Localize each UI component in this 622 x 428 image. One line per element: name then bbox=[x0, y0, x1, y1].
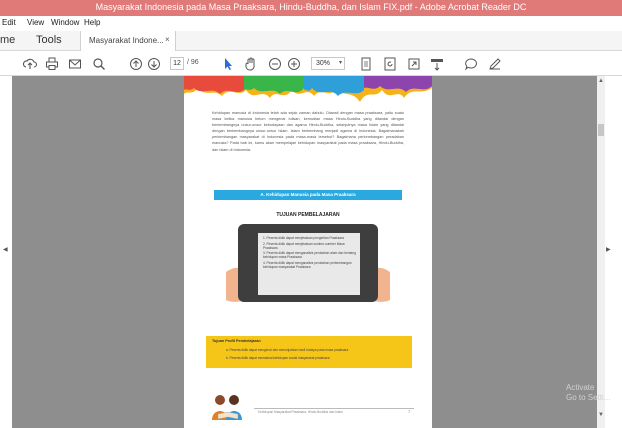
expand-left-panel-icon[interactable]: ◀ bbox=[3, 246, 8, 253]
email-icon[interactable] bbox=[67, 56, 83, 72]
fit-page-icon[interactable] bbox=[358, 56, 374, 72]
reading-kids-illustration bbox=[212, 395, 242, 420]
tab-home[interactable]: me bbox=[0, 34, 15, 46]
learning-goal-item: 3. Peserta didik dapat menganalisis peru… bbox=[263, 251, 356, 260]
learning-goal-item: 4. Peserta didik dapat menganalisis peru… bbox=[263, 260, 352, 270]
zoom-select[interactable]: 30% ▾ bbox=[311, 57, 345, 70]
page-total: / 96 bbox=[187, 59, 199, 66]
left-panel-strip: ◀ bbox=[0, 76, 12, 428]
close-tab-icon[interactable]: × bbox=[165, 35, 170, 44]
window-title: Masyarakat Indonesia pada Masa Praaksara… bbox=[95, 2, 527, 12]
tablet-device: 1. Peserta didik dapat menjelaskan penge… bbox=[238, 224, 378, 302]
profile-goal-item: a. Peserta didik dapat mengenal dan menu… bbox=[226, 348, 349, 352]
tab-tools[interactable]: Tools bbox=[36, 34, 62, 46]
learning-goal-item: 1. Peserta didik dapat menjelaskan penge… bbox=[263, 236, 344, 240]
tab-row: me Tools Masyarakat Indone... × bbox=[0, 31, 622, 51]
watermark-line: Go to Setti... bbox=[566, 393, 611, 402]
page-up-icon[interactable] bbox=[128, 56, 144, 72]
toolbar: 12 / 96 30% ▾ bbox=[0, 52, 622, 76]
activation-watermark: Activate Go to Setti... bbox=[566, 383, 610, 403]
zoom-out-icon[interactable] bbox=[267, 56, 283, 72]
title-bar: Masyarakat Indonesia pada Masa Praaksara… bbox=[0, 0, 622, 16]
section-heading: A. Kehidupan Manusia pada Masa Praaksara bbox=[260, 192, 356, 197]
profile-goal-item: b. Peserta didik dapat memaknai kehidupa… bbox=[226, 356, 330, 360]
page-number: 7 bbox=[408, 409, 411, 414]
tab-document[interactable]: Masyarakat Indone... × bbox=[80, 31, 176, 51]
chevron-down-icon: ▾ bbox=[338, 60, 342, 66]
zoom-value: 30% bbox=[316, 60, 331, 67]
select-cursor-icon[interactable] bbox=[220, 56, 236, 72]
rotate-icon[interactable] bbox=[382, 56, 398, 72]
menu-window[interactable]: Window bbox=[51, 18, 79, 27]
pdf-page: Kehidupan manusia di Indonesia telah ada… bbox=[184, 76, 432, 428]
page-footer-text: Kehidupan Masyarakat Praaksara, Hindu-Bu… bbox=[258, 410, 343, 414]
page-down-icon[interactable] bbox=[146, 56, 162, 72]
learning-goals-title: TUJUAN PEMBELAJARAN bbox=[276, 212, 340, 218]
pen-icon[interactable] bbox=[487, 56, 503, 72]
menu-edit[interactable]: Edit bbox=[2, 18, 16, 27]
expand-right-panel-icon[interactable]: ▶ bbox=[606, 246, 611, 253]
menu-bar: Edit View Window Help bbox=[0, 16, 622, 31]
page-number-input[interactable]: 12 bbox=[170, 57, 184, 70]
scroll-up-icon[interactable]: ▲ bbox=[598, 78, 604, 84]
menu-help[interactable]: Help bbox=[84, 18, 100, 27]
zoom-in-icon[interactable] bbox=[286, 56, 302, 72]
profile-goals-title: Tujuan Profil Pembelajaran bbox=[212, 339, 261, 343]
menu-view[interactable]: View bbox=[27, 18, 44, 27]
read-mode-icon[interactable] bbox=[429, 56, 445, 72]
fullscreen-icon[interactable] bbox=[406, 56, 422, 72]
paint-splash-header bbox=[184, 76, 432, 102]
tablet-illustration: 1. Peserta didik dapat menjelaskan penge… bbox=[226, 222, 390, 310]
upload-icon[interactable] bbox=[22, 56, 38, 72]
scrollbar-thumb[interactable] bbox=[598, 124, 604, 136]
learning-goal-item: 2. Peserta didik dapat menjelaskan sumbe… bbox=[263, 241, 345, 250]
tab-document-label: Masyarakat Indone... bbox=[89, 36, 164, 45]
vertical-scrollbar[interactable]: ▲ ▼ bbox=[597, 76, 605, 428]
comment-icon[interactable] bbox=[463, 56, 479, 72]
footer-divider bbox=[254, 408, 414, 409]
section-heading-bar: A. Kehidupan Manusia pada Masa Praaksara bbox=[214, 190, 402, 200]
profile-goals-box: Tujuan Profil Pembelajaran a. Peserta di… bbox=[206, 336, 412, 368]
intro-paragraph: Kehidupan manusia di Indonesia telah ada… bbox=[212, 111, 404, 152]
search-icon[interactable] bbox=[91, 56, 107, 72]
print-icon[interactable] bbox=[44, 56, 60, 72]
learning-goals-list: 1. Peserta didik dapat menjelaskan penge… bbox=[263, 236, 357, 271]
scroll-down-icon[interactable]: ▼ bbox=[598, 412, 604, 418]
tablet-screen: 1. Peserta didik dapat menjelaskan penge… bbox=[258, 233, 360, 295]
hand-icon[interactable] bbox=[243, 56, 259, 72]
watermark-line: Activate bbox=[566, 383, 595, 392]
